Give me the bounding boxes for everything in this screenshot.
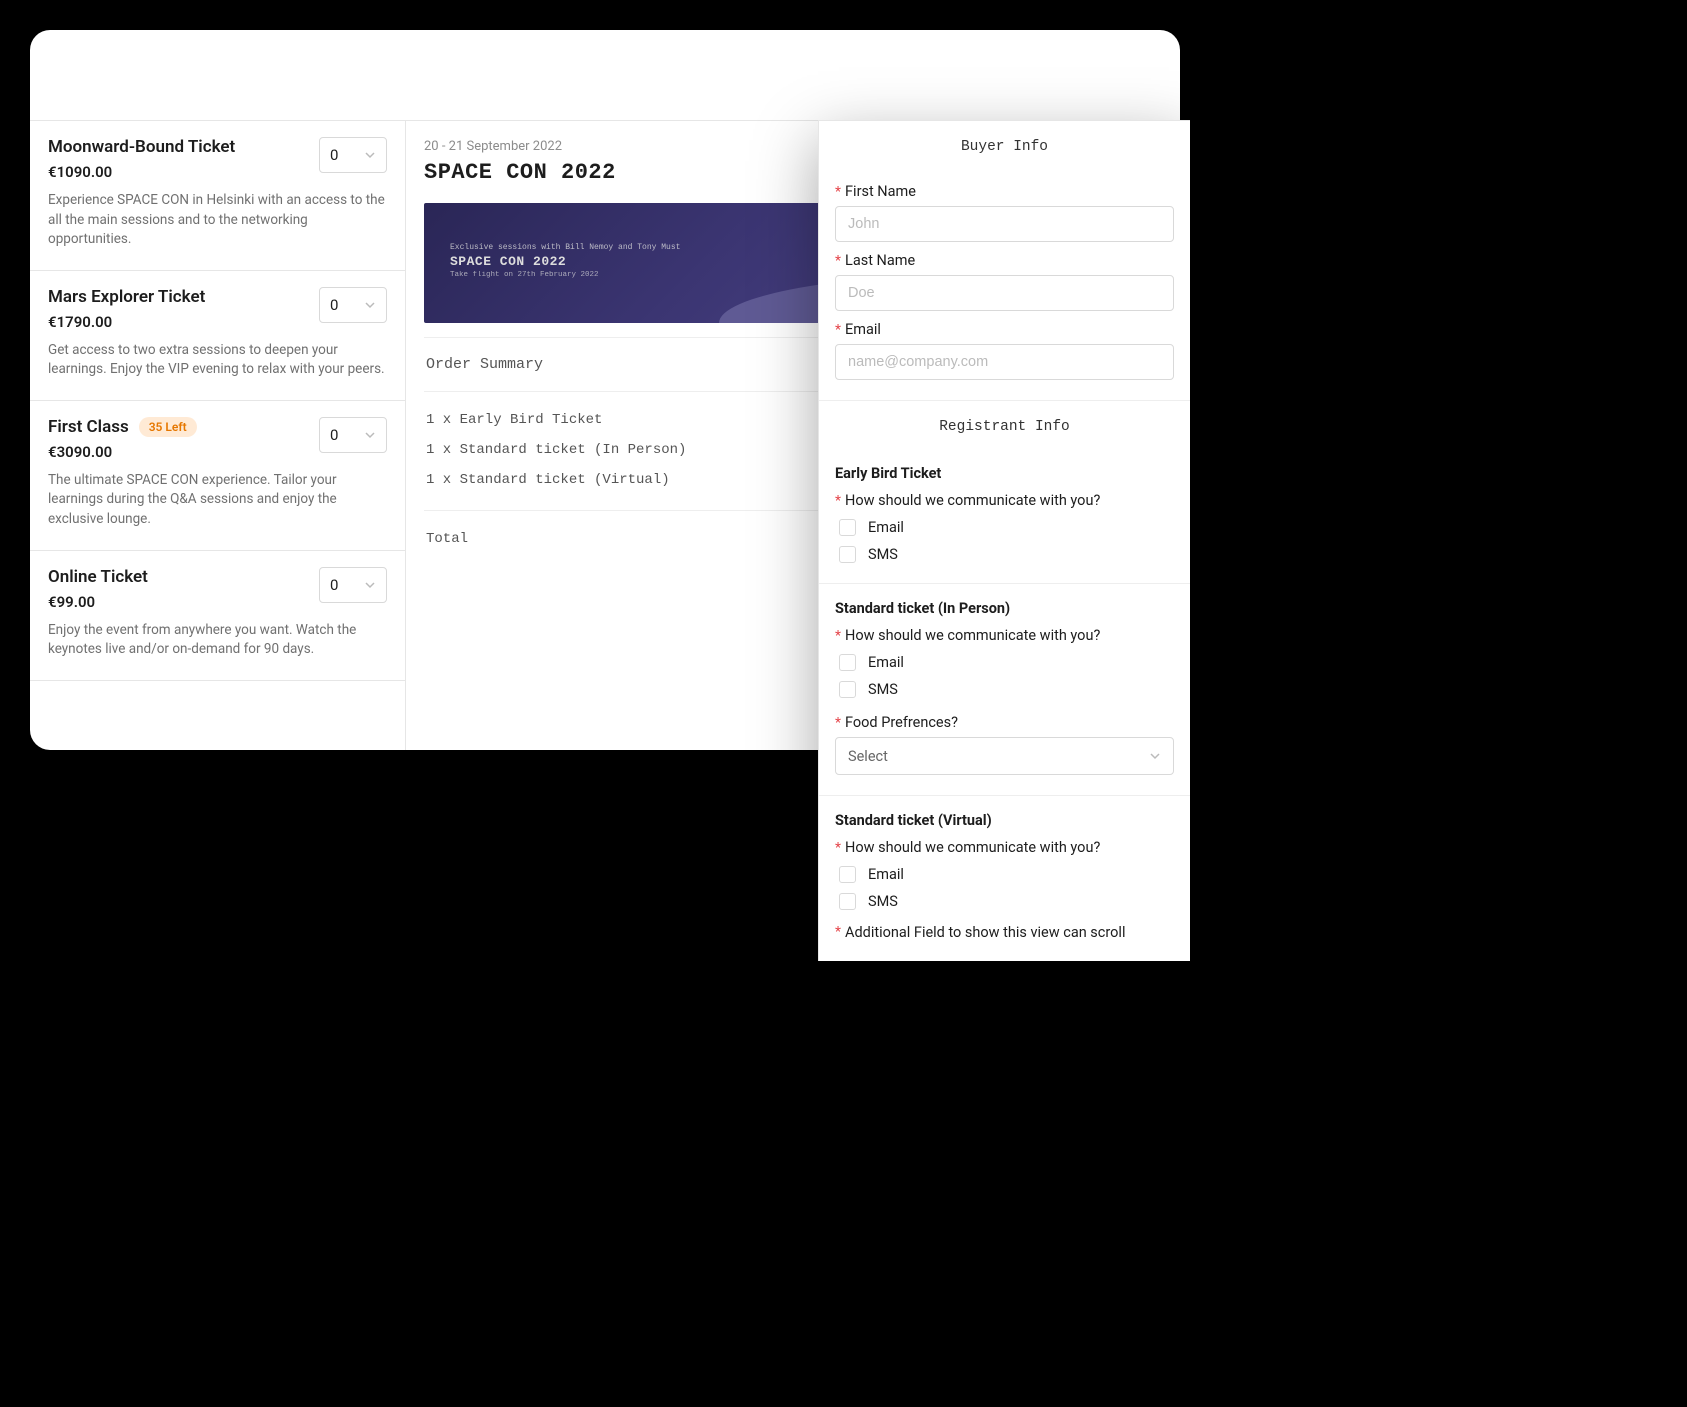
tickets-list: Moonward-Bound Ticket €1090.00 0 Experie…: [30, 120, 406, 750]
quantity-select[interactable]: 0: [319, 287, 387, 323]
email-checkbox[interactable]: [839, 519, 856, 536]
required-star: *: [835, 840, 841, 856]
ticket-card: Mars Explorer Ticket €1790.00 0 Get acce…: [30, 271, 405, 401]
email-option-label: Email: [868, 519, 904, 536]
sms-checkbox[interactable]: [839, 681, 856, 698]
sms-option-label: SMS: [868, 893, 898, 910]
ticket-card: Moonward-Bound Ticket €1090.00 0 Experie…: [30, 121, 405, 271]
hero-subcaption: Take flight on 27th February 2022: [450, 271, 680, 279]
chevron-down-icon: [364, 579, 376, 591]
food-pref-label: Food Prefrences?: [845, 714, 958, 731]
hero-caption: Exclusive sessions with Bill Nemoy and T…: [450, 243, 680, 252]
ticket-price: €1790.00: [48, 313, 205, 331]
required-star: *: [835, 924, 841, 940]
registrant-block-title: Standard ticket (In Person): [835, 600, 1174, 617]
ticket-price: €3090.00: [48, 443, 197, 461]
quantity-value: 0: [330, 426, 338, 444]
sms-option-label: SMS: [868, 546, 898, 563]
ticket-price: €99.00: [48, 593, 148, 611]
quantity-value: 0: [330, 296, 338, 314]
email-option-label: Email: [868, 866, 904, 883]
sms-checkbox[interactable]: [839, 546, 856, 563]
last-name-label: Last Name: [845, 252, 915, 269]
email-checkbox[interactable]: [839, 654, 856, 671]
registrant-block-title: Early Bird Ticket: [835, 465, 1174, 482]
hero-title: SPACE CON 2022: [450, 254, 680, 269]
registrant-block: Standard ticket (Virtual) * How should w…: [819, 796, 1190, 961]
ticket-title: Online Ticket: [48, 567, 148, 587]
ticket-description: The ultimate SPACE CON experience. Tailo…: [48, 471, 387, 530]
registrant-info-heading: Registrant Info: [819, 401, 1190, 449]
chevron-down-icon: [364, 299, 376, 311]
registrant-block-title: Standard ticket (Virtual): [835, 812, 1174, 829]
quantity-select[interactable]: 0: [319, 137, 387, 173]
required-star: *: [835, 184, 841, 200]
quantity-value: 0: [330, 576, 338, 594]
registrant-block: Standard ticket (In Person) * How should…: [819, 584, 1190, 796]
first-name-label: First Name: [845, 183, 916, 200]
food-pref-select[interactable]: Select: [835, 737, 1174, 775]
required-star: *: [835, 715, 841, 731]
ticket-description: Enjoy the event from anywhere you want. …: [48, 621, 387, 660]
availability-badge: 35 Left: [139, 417, 197, 437]
quantity-value: 0: [330, 146, 338, 164]
buyer-info-section: * First Name * Last Name * Email: [819, 183, 1190, 401]
select-placeholder: Select: [848, 748, 888, 765]
sms-option-label: SMS: [868, 681, 898, 698]
ticket-description: Get access to two extra sessions to deep…: [48, 341, 387, 380]
required-star: *: [835, 322, 841, 338]
required-star: *: [835, 628, 841, 644]
email-input[interactable]: [835, 344, 1174, 380]
ticket-title: Mars Explorer Ticket: [48, 287, 205, 307]
first-name-input[interactable]: [835, 206, 1174, 242]
ticket-title: First Class: [48, 417, 129, 437]
email-checkbox[interactable]: [839, 866, 856, 883]
registrant-block: Early Bird Ticket * How should we commun…: [819, 449, 1190, 584]
required-star: *: [835, 253, 841, 269]
comm-question-label: How should we communicate with you?: [845, 627, 1100, 644]
comm-question-label: How should we communicate with you?: [845, 492, 1100, 509]
additional-field-label: Additional Field to show this view can s…: [845, 924, 1125, 941]
last-name-input[interactable]: [835, 275, 1174, 311]
chevron-down-icon: [1149, 750, 1161, 762]
ticket-description: Experience SPACE CON in Helsinki with an…: [48, 191, 387, 250]
email-option-label: Email: [868, 654, 904, 671]
ticket-price: €1090.00: [48, 163, 235, 181]
chevron-down-icon: [364, 429, 376, 441]
quantity-select[interactable]: 0: [319, 567, 387, 603]
comm-question-label: How should we communicate with you?: [845, 839, 1100, 856]
sms-checkbox[interactable]: [839, 893, 856, 910]
form-panel: Buyer Info * First Name * Last Name * Em…: [818, 120, 1190, 961]
ticket-card: Online Ticket €99.00 0 Enjoy the event f…: [30, 551, 405, 681]
chevron-down-icon: [364, 149, 376, 161]
ticket-card: First Class 35 Left €3090.00 0 The ultim…: [30, 401, 405, 551]
required-star: *: [835, 493, 841, 509]
email-label: Email: [845, 321, 881, 338]
ticket-title: Moonward-Bound Ticket: [48, 137, 235, 157]
quantity-select[interactable]: 0: [319, 417, 387, 453]
buyer-info-heading: Buyer Info: [819, 121, 1190, 173]
